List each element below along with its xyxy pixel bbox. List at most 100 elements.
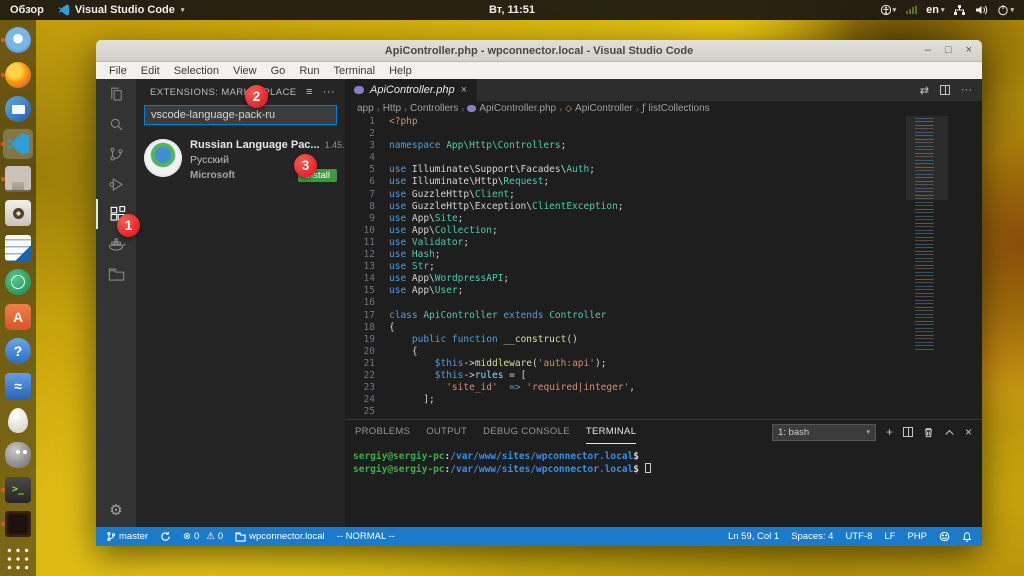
code-line-20[interactable]: 20 {	[345, 346, 982, 358]
code-line-6[interactable]: 6 use Illuminate\Http\Request;	[345, 176, 982, 188]
dock-item-system-monitor[interactable]: ≈	[0, 369, 36, 404]
remote-folder-indicator[interactable]: wpconnector.local	[235, 531, 325, 542]
breadcrumb-controllers[interactable]: Controllers	[410, 103, 458, 114]
extensions-search-input[interactable]: vscode-language-pack-ru	[144, 105, 337, 125]
terminal-shell-select[interactable]: 1: bash ▾	[771, 423, 876, 441]
editor-more-actions-icon[interactable]: ···	[961, 84, 972, 96]
code-line-2[interactable]: 2	[345, 128, 982, 140]
dock-item-help[interactable]: ?	[0, 334, 36, 369]
menu-view[interactable]: View	[226, 65, 264, 77]
dock-item-egg-app[interactable]	[0, 403, 36, 438]
menu-go[interactable]: Go	[264, 65, 293, 77]
code-line-8[interactable]: 8 use GuzzleHttp\Exception\ClientExceptio…	[345, 201, 982, 213]
kill-terminal-trash-icon[interactable]	[923, 427, 934, 438]
breadcrumb-http[interactable]: Http	[383, 103, 401, 114]
tab-apicontroller[interactable]: ApiController.php ×	[345, 79, 478, 101]
cursor-position[interactable]: Ln 59, Col 1	[728, 531, 779, 542]
dock-item-firefox[interactable]	[0, 58, 36, 93]
breadcrumb-listcollections[interactable]: listCollections	[642, 103, 710, 114]
dock-item-screenshot-tool[interactable]	[0, 507, 36, 542]
remote-explorer-icon[interactable]	[96, 259, 136, 289]
focused-app-menu[interactable]: Visual Studio Code ▾	[58, 4, 184, 16]
git-branch-indicator[interactable]: master	[106, 531, 148, 542]
panel-tab-problems[interactable]: PROBLEMS	[355, 420, 410, 444]
code-line-18[interactable]: 18{	[345, 322, 982, 334]
dock-item-thunderbird[interactable]	[0, 92, 36, 127]
split-terminal-icon[interactable]	[902, 427, 913, 437]
code-line-11[interactable]: 11 use Validator;	[345, 237, 982, 249]
breadcrumb-apicontroller[interactable]: ApiController	[565, 103, 633, 114]
code-line-23[interactable]: 23 'site_id' => 'required|integer',	[345, 382, 982, 394]
menu-edit[interactable]: Edit	[134, 65, 167, 77]
signal-icon[interactable]	[905, 4, 917, 16]
breadcrumb-apicontroller.php[interactable]: ApiController.php	[467, 103, 556, 114]
code-line-17[interactable]: 17 class ApiController extends Controller	[345, 310, 982, 322]
code-line-15[interactable]: 15 use App\User;	[345, 285, 982, 297]
code-line-25[interactable]: 25	[345, 406, 982, 418]
code-line-1[interactable]: 1 <?php	[345, 116, 982, 128]
menu-terminal[interactable]: Terminal	[327, 65, 383, 77]
code-line-21[interactable]: 21 $this->middleware('auth:api');	[345, 358, 982, 370]
code-line-12[interactable]: 12 use Hash;	[345, 249, 982, 261]
dock-item-todo[interactable]	[0, 265, 36, 300]
language-mode-indicator[interactable]: PHP	[907, 531, 927, 542]
dock-item-gimp[interactable]	[0, 438, 36, 473]
code-line-13[interactable]: 13 use Str;	[345, 261, 982, 273]
more-actions-icon[interactable]: ···	[323, 86, 335, 98]
split-editor-icon[interactable]	[940, 85, 950, 95]
code-line-24[interactable]: 24 ];	[345, 394, 982, 406]
menu-run[interactable]: Run	[292, 65, 326, 77]
code-line-5[interactable]: 5 use Illuminate\Support\Facades\Auth;	[345, 164, 982, 176]
encoding-indicator[interactable]: UTF-8	[845, 531, 872, 542]
code-line-10[interactable]: 10 use App\Collection;	[345, 225, 982, 237]
accessibility-menu[interactable]: ▾	[880, 4, 896, 16]
new-terminal-icon[interactable]: +	[886, 425, 893, 439]
breadcrumb-app[interactable]: app	[357, 103, 374, 114]
explorer-icon[interactable]	[96, 79, 136, 109]
code-line-7[interactable]: 7 use GuzzleHttp\Client;	[345, 189, 982, 201]
minimap[interactable]	[912, 118, 942, 350]
dock-item-chromium[interactable]	[0, 23, 36, 58]
menu-file[interactable]: File	[102, 65, 134, 77]
maximize-panel-chevron-icon[interactable]	[944, 427, 955, 438]
code-line-16[interactable]: 16	[345, 297, 982, 309]
volume-icon[interactable]	[975, 4, 988, 16]
menu-selection[interactable]: Selection	[167, 65, 226, 77]
code-line-3[interactable]: 3 namespace App\Http\Controllers;	[345, 140, 982, 152]
activities-button[interactable]: Обзор	[10, 4, 44, 16]
code-line-4[interactable]: 4	[345, 152, 982, 164]
network-icon[interactable]	[953, 4, 966, 16]
close-button[interactable]: ×	[966, 45, 972, 56]
dock-item-vscode[interactable]	[0, 127, 36, 162]
source-control-icon[interactable]	[96, 139, 136, 169]
code-line-9[interactable]: 9 use App\Site;	[345, 213, 982, 225]
panel-tab-debug-console[interactable]: DEBUG CONSOLE	[483, 420, 570, 444]
search-icon[interactable]	[96, 109, 136, 139]
feedback-smiley-icon[interactable]	[939, 531, 950, 542]
menu-help[interactable]: Help	[382, 65, 419, 77]
dock-item-terminal-app[interactable]: >_	[0, 472, 36, 507]
code-line-22[interactable]: 22 $this->rules = [	[345, 370, 982, 382]
tab-close-icon[interactable]: ×	[461, 84, 467, 96]
keyboard-layout-menu[interactable]: en ▾	[926, 4, 944, 16]
panel-tab-output[interactable]: OUTPUT	[426, 420, 467, 444]
panel-tab-terminal[interactable]: TERMINAL	[585, 420, 637, 444]
power-menu[interactable]: ▾	[997, 4, 1014, 16]
indentation-indicator[interactable]: Spaces: 4	[791, 531, 833, 542]
settings-gear-icon[interactable]: ⚙	[109, 501, 122, 519]
dock-item-ubuntu-software[interactable]: A	[0, 300, 36, 335]
code-editor[interactable]: 1 <?php 2 3 namespace App\Http\Controllers; 4…	[345, 116, 982, 419]
eol-indicator[interactable]: LF	[884, 531, 895, 542]
sync-indicator[interactable]	[160, 531, 171, 542]
terminal-content[interactable]: sergiy@sergiy-pc:/var/www/sites/wpconnec…	[345, 444, 982, 527]
dock-item-libreoffice-writer[interactable]	[0, 230, 36, 265]
code-line-19[interactable]: 19 public function __construct()	[345, 334, 982, 346]
vim-mode-indicator[interactable]: -- NORMAL --	[337, 531, 395, 542]
toggle-layout-icon[interactable]: ⇄	[920, 84, 929, 97]
minimize-button[interactable]: –	[925, 45, 931, 56]
filter-icon[interactable]: ≡	[306, 86, 313, 98]
code-line-14[interactable]: 14 use App\WordpressAPI;	[345, 273, 982, 285]
title-bar[interactable]: ApiController.php - wpconnector.local - …	[96, 40, 982, 62]
run-debug-icon[interactable]	[96, 169, 136, 199]
dock-item-show-apps[interactable]	[0, 541, 36, 576]
